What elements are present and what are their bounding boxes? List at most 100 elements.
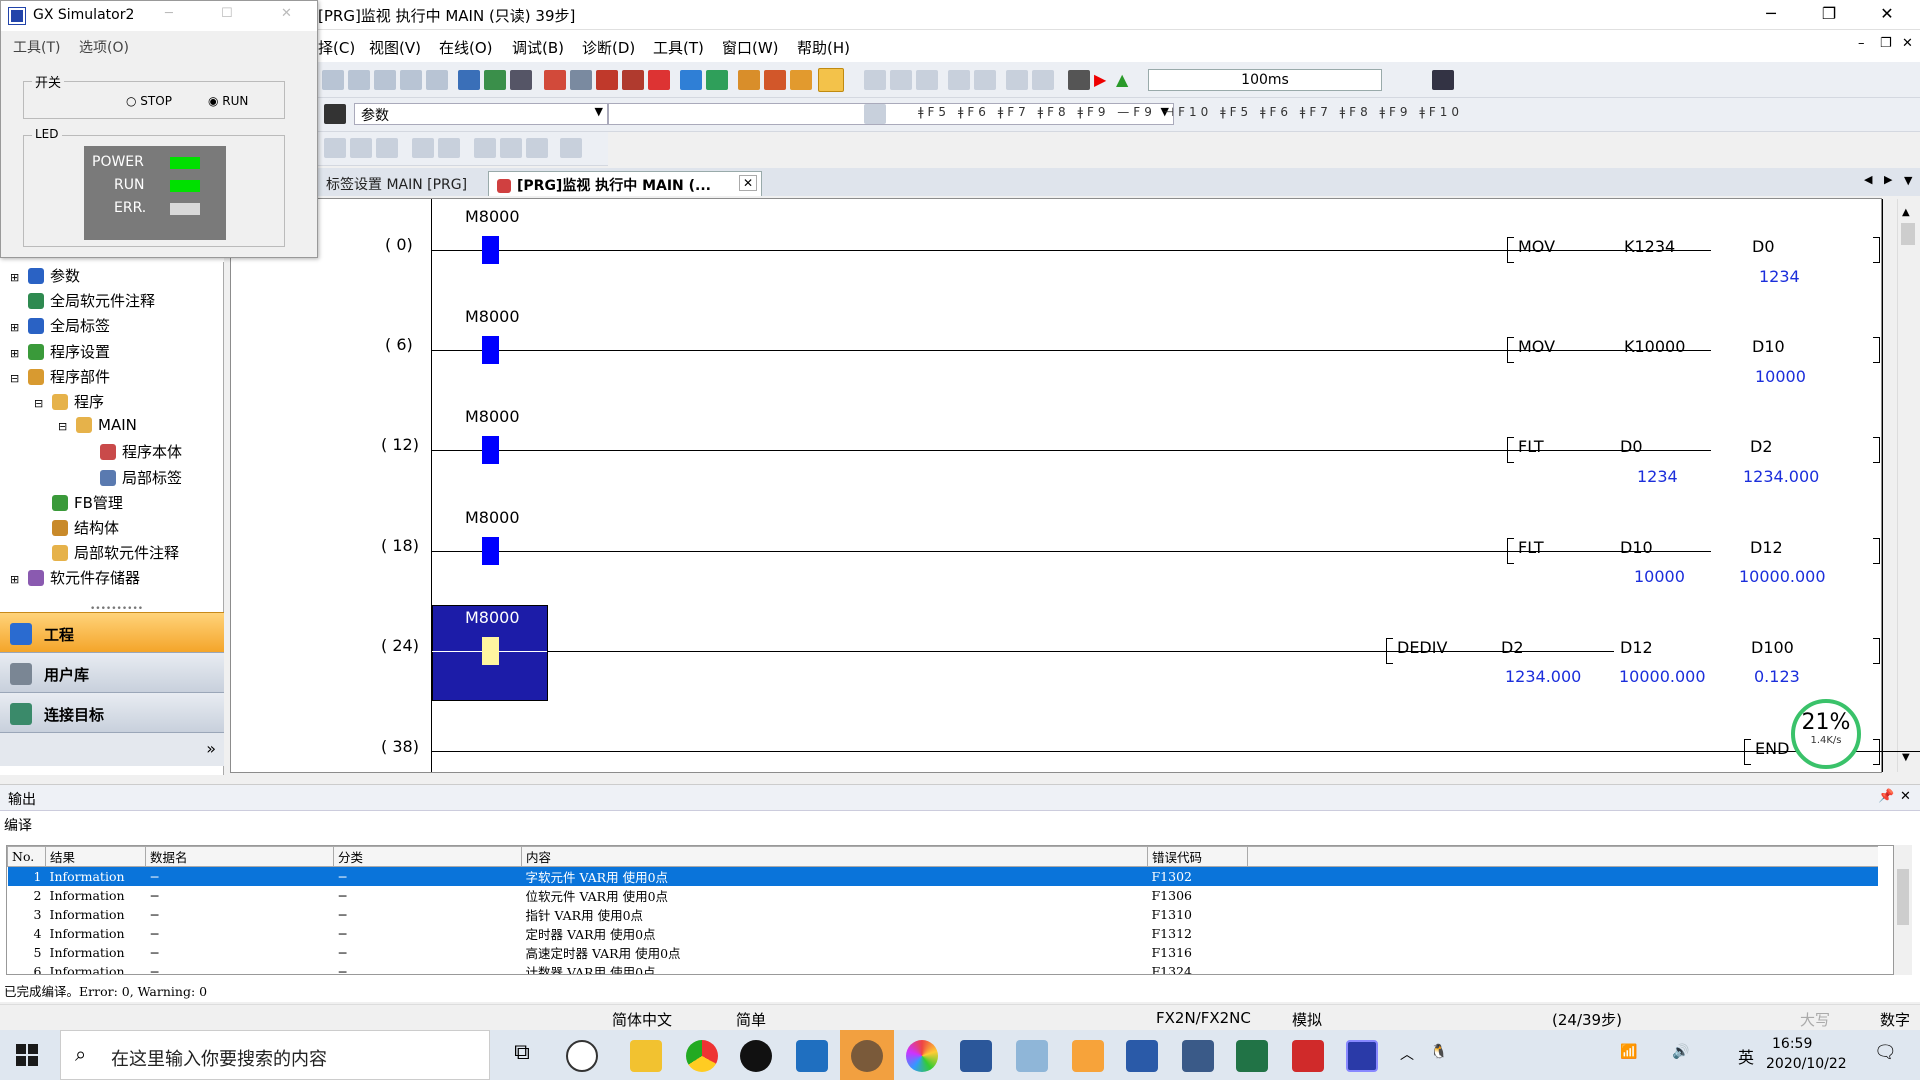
volume-icon[interactable]: 🔊: [1672, 1044, 1689, 1060]
watch-icon[interactable]: [622, 70, 644, 90]
clock-time[interactable]: 16:59: [1772, 1036, 1812, 1052]
parameter-combo[interactable]: 参数 ▼: [354, 103, 608, 125]
simulator-menu-tools[interactable]: 工具(T): [13, 37, 60, 57]
column-header-content[interactable]: 内容: [521, 846, 1148, 867]
ladder-edit-icon-2[interactable]: [890, 70, 912, 90]
tab-label-settings[interactable]: 标签设置 MAIN [PRG]: [318, 171, 478, 196]
close-icon[interactable]: ✕: [1900, 789, 1911, 804]
redo-icon[interactable]: [426, 70, 448, 90]
tree-node[interactable]: ⊞ 全局标签: [10, 315, 110, 336]
menu-view[interactable]: 视图(V): [369, 37, 421, 58]
ladder-edit-icon-6[interactable]: [1006, 70, 1028, 90]
mdi-minimize-button[interactable]: –: [1858, 36, 1865, 51]
close-button[interactable]: ✕: [1858, 0, 1916, 30]
clock-date[interactable]: 2020/10/22: [1766, 1056, 1847, 1072]
nav-more-button[interactable]: »: [206, 739, 216, 758]
network-icon[interactable]: 📶: [1620, 1044, 1637, 1060]
toolbar-icon[interactable]: [864, 104, 886, 124]
tab-list-icon[interactable]: ▼: [1904, 174, 1912, 187]
run-icon[interactable]: ▶: [1094, 70, 1112, 90]
menu-online[interactable]: 在线(O): [439, 37, 493, 58]
device-test-icon[interactable]: [648, 70, 670, 90]
menu-tools[interactable]: 工具(T): [653, 37, 704, 58]
tree-expander-icon[interactable]: ⊟: [10, 372, 24, 385]
excel-icon[interactable]: [1236, 1040, 1268, 1072]
toolbar-icon[interactable]: [376, 138, 398, 158]
contact-m8000[interactable]: [482, 236, 499, 264]
dev-icon-2[interactable]: [706, 70, 728, 90]
table-row[interactable]: 6 Information − − 计数器 VAR用 使用0点 F1324: [8, 962, 1878, 974]
table-row[interactable]: 4 Information − − 定时器 VAR用 使用0点 F1312: [8, 924, 1878, 943]
toolbar-icon[interactable]: [500, 138, 522, 158]
gx-works-icon[interactable]: [1182, 1040, 1214, 1072]
ime-indicator[interactable]: 英: [1738, 1044, 1754, 1068]
table-row[interactable]: 2 Information − − 位软元件 VAR用 使用0点 F1306: [8, 886, 1878, 905]
ladder-edit-icon-5[interactable]: [974, 70, 996, 90]
toolbar-icon[interactable]: [474, 138, 496, 158]
output-scrollbar[interactable]: [1894, 845, 1912, 975]
app-box-icon[interactable]: [796, 1040, 828, 1072]
project-tree[interactable]: ⊞ 参数 全局软元件注释 ⊞ 全局标签 ⊞ 程序设置 ⊟ 程序部件 ⊟ 程序 ⊟ MAIN 程序本体 局部标…: [0, 262, 224, 592]
stop-radio[interactable]: ○ STOP: [126, 94, 172, 108]
simulator-menu-options[interactable]: 选项(O): [79, 37, 129, 57]
contact-m8000[interactable]: [482, 336, 499, 364]
notification-icon[interactable]: 🗨: [1874, 1042, 1897, 1063]
tree-node[interactable]: ⊞ 参数: [10, 265, 80, 286]
windows-start-icon[interactable]: [16, 1044, 38, 1066]
undo-icon[interactable]: [400, 70, 422, 90]
nav-connection-button[interactable]: 连接目标: [0, 692, 224, 732]
cpu-usage-widget[interactable]: 21% 1.4K/s: [1791, 699, 1861, 769]
task-view-icon[interactable]: ⧉: [506, 1040, 538, 1072]
tree-node[interactable]: FB管理: [34, 492, 123, 513]
taskbar-active-app[interactable]: [840, 1030, 894, 1080]
toolbar-icon[interactable]: [560, 138, 582, 158]
tab-monitor-main[interactable]: [PRG]监视 执行中 MAIN (... ✕: [488, 171, 762, 196]
transfer-icon-2[interactable]: [764, 70, 786, 90]
copy-icon[interactable]: [348, 70, 370, 90]
tree-node[interactable]: ⊞ 软元件存储器: [10, 567, 140, 588]
minimize-button[interactable]: ─: [1742, 0, 1800, 30]
tab-scroll-left-icon[interactable]: ◀: [1864, 173, 1872, 186]
menu-diagnostics[interactable]: 诊断(D): [582, 37, 635, 58]
transfer-icon-3[interactable]: [790, 70, 812, 90]
color-app-icon[interactable]: [906, 1040, 938, 1072]
tree-expander-icon[interactable]: ⊟: [58, 420, 72, 433]
column-header-error-code[interactable]: 错误代码: [1147, 846, 1248, 867]
tree-expander-icon[interactable]: ⊞: [10, 321, 24, 334]
ladder-edit-icon-3[interactable]: [916, 70, 938, 90]
pdf-app-icon[interactable]: [1072, 1040, 1104, 1072]
app-red-icon[interactable]: [1292, 1040, 1324, 1072]
read-plc-icon[interactable]: [484, 70, 506, 90]
file-explorer-icon[interactable]: [630, 1040, 662, 1072]
simulator-maximize-button[interactable]: ☐: [221, 6, 233, 21]
word-icon[interactable]: [960, 1040, 992, 1072]
tree-node[interactable]: ⊞ 程序设置: [10, 341, 110, 362]
simulation-icon[interactable]: [818, 68, 844, 92]
dev-icon-1[interactable]: [680, 70, 702, 90]
paste-icon[interactable]: [374, 70, 396, 90]
toolbar-icon[interactable]: [350, 138, 372, 158]
tree-node[interactable]: 结构体: [34, 517, 119, 538]
obs-icon[interactable]: [740, 1040, 772, 1072]
show-hidden-icons-icon[interactable]: ︿: [1400, 1044, 1414, 1064]
output-table[interactable]: No. 结果 数据名 分类 内容 错误代码 1 Information − − 字软元件…: [7, 846, 1878, 974]
display-icon[interactable]: [1432, 70, 1454, 90]
gx-simulator-icon[interactable]: [1346, 1040, 1378, 1072]
notepad-icon[interactable]: [1016, 1040, 1048, 1072]
run-radio[interactable]: ◉ RUN: [208, 94, 248, 108]
ladder-editor[interactable]: ▲ ▼ ( 0) M8000 MOV K1234 D0 1234 ( 6) M8…: [230, 198, 1920, 773]
chrome-icon[interactable]: [686, 1040, 718, 1072]
contact-m8000[interactable]: [482, 436, 499, 464]
column-header-data-name[interactable]: 数据名: [145, 846, 334, 867]
menu-help[interactable]: 帮助(H): [797, 37, 850, 58]
maximize-button[interactable]: ❐: [1800, 0, 1858, 30]
ladder-symbols-toolbar[interactable]: ǂF5 ǂF6 ǂF7 ǂF8 ǂF9 —F9 ⊣F10 ǂF5 ǂF6 ǂF7…: [918, 105, 1463, 119]
tree-node[interactable]: 程序本体: [82, 441, 182, 462]
close-icon[interactable]: ✕: [738, 175, 757, 191]
tree-expander-icon[interactable]: ⊞: [10, 347, 24, 360]
pin-icon[interactable]: 📌: [1878, 789, 1894, 804]
toolbar-icon[interactable]: [438, 138, 460, 158]
tree-node[interactable]: ⊟ 程序: [34, 391, 104, 412]
transfer-icon-1[interactable]: [738, 70, 760, 90]
ladder-edit-icon-7[interactable]: [1032, 70, 1054, 90]
